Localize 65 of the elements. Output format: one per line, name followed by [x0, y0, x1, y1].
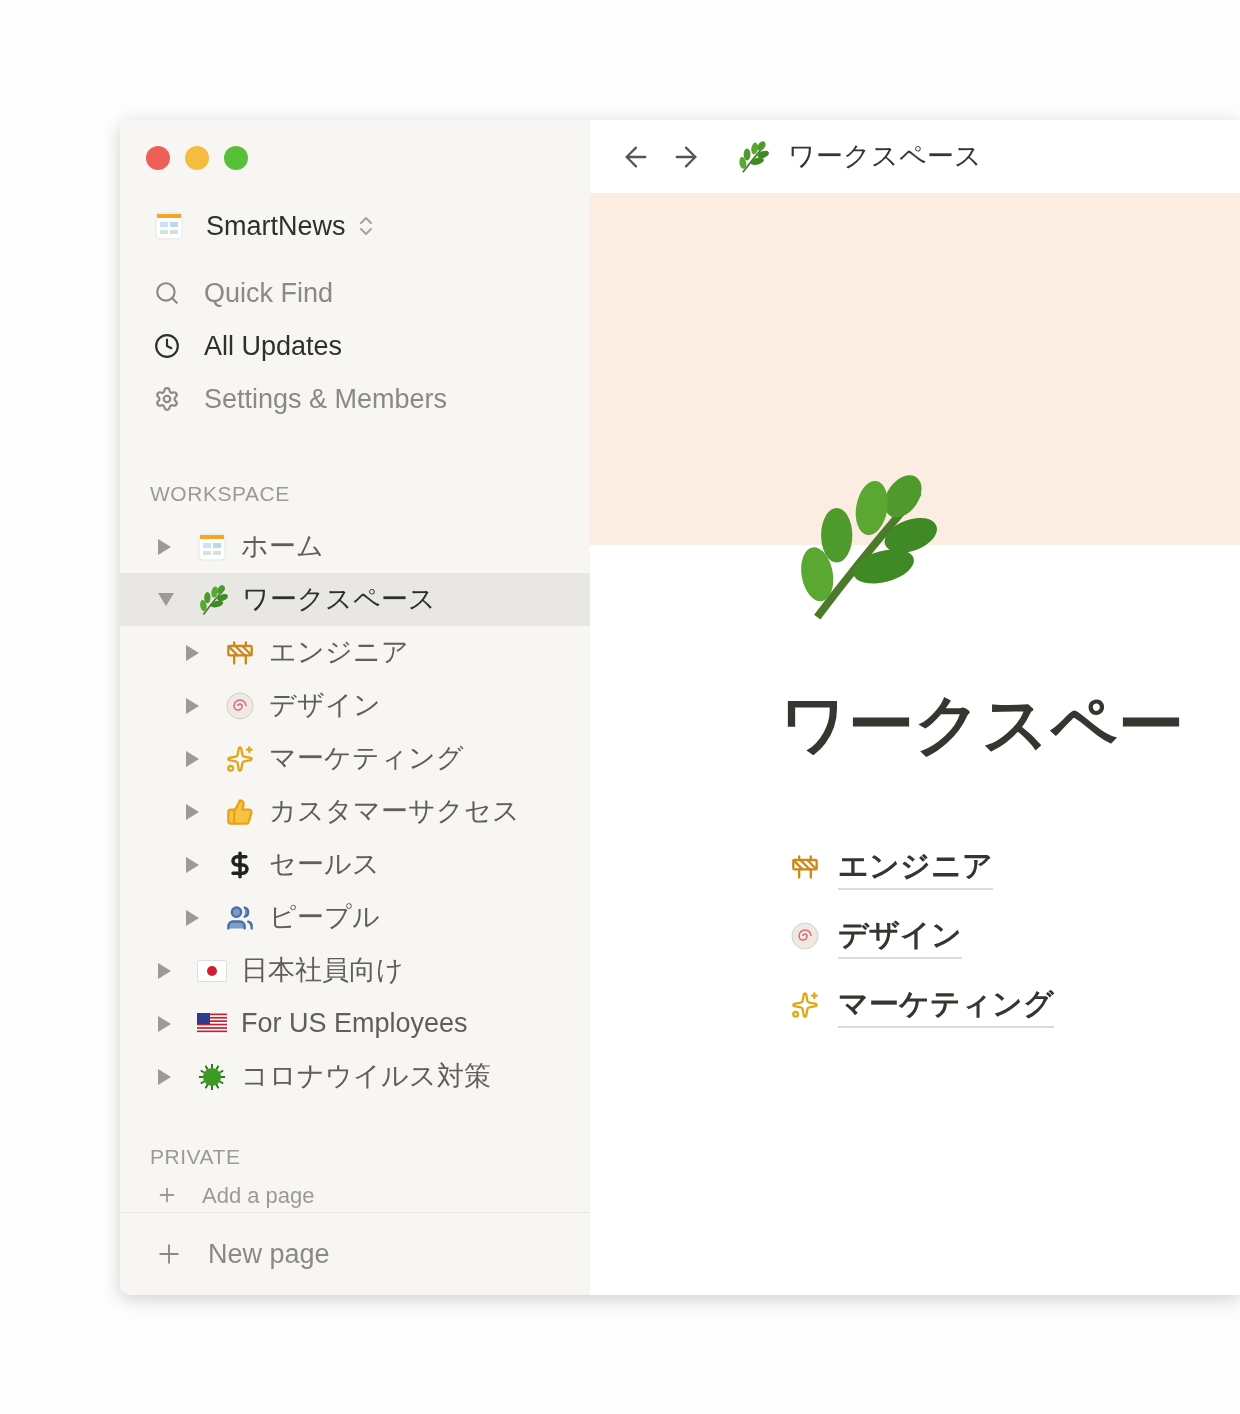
- page-title: マーケティング: [269, 742, 464, 776]
- workspace-switcher[interactable]: SmartNews: [120, 206, 590, 247]
- section-heading: WORKSPACE: [149, 480, 291, 507]
- expand-arrow-icon[interactable]: [158, 538, 171, 555]
- nav-item[interactable]: All Updates: [120, 319, 590, 373]
- page-title: For US Employees: [241, 1007, 468, 1041]
- nav-item[interactable]: Settings & Members: [120, 372, 590, 426]
- page-title: エンジニア: [269, 636, 409, 670]
- leaf-icon: [736, 139, 770, 174]
- clock-icon: [154, 333, 180, 359]
- page-item[interactable]: For US Employees: [120, 997, 590, 1050]
- section-heading: PRIVATE: [149, 1144, 242, 1170]
- swirl-icon: [790, 920, 820, 951]
- flag-icon: [197, 1012, 227, 1035]
- settings-icon: [154, 386, 180, 412]
- workspace-name: SmartNews: [206, 210, 346, 243]
- page-item[interactable]: デザイン: [120, 679, 590, 732]
- page-item[interactable]: ワークスペース: [120, 573, 590, 626]
- expand-arrow-icon[interactable]: [186, 803, 199, 820]
- close-window-button[interactable]: [146, 146, 170, 170]
- nav-item[interactable]: Quick Find: [120, 266, 590, 320]
- page-title: デザイン: [269, 689, 381, 723]
- expand-arrow-icon[interactable]: [186, 856, 199, 873]
- expand-arrow-icon[interactable]: [158, 962, 171, 979]
- zoom-window-button[interactable]: [224, 146, 248, 170]
- workspace-logo-icon: [154, 211, 184, 242]
- page-item[interactable]: コロナウイルス対策: [120, 1050, 590, 1103]
- page-title: セールス: [269, 848, 380, 882]
- breadcrumb[interactable]: ワークスペース: [788, 136, 982, 177]
- page-link[interactable]: デザイン: [838, 912, 962, 959]
- page-item[interactable]: カスタマーサクセス: [120, 785, 590, 838]
- page-link[interactable]: マーケティング: [838, 981, 1054, 1028]
- sparkle-icon: [791, 990, 819, 1019]
- new-page-button[interactable]: New page: [120, 1211, 590, 1295]
- leaf-icon: [197, 583, 229, 616]
- collapse-arrow-icon[interactable]: [158, 593, 174, 606]
- page-link[interactable]: エンジニア: [838, 843, 993, 890]
- page-title: カスタマーサクセス: [269, 795, 520, 829]
- page-title: ワークスペース: [242, 583, 436, 617]
- flag-icon: [197, 959, 227, 982]
- virus-icon: [197, 1061, 227, 1092]
- page-item[interactable]: 日本社員向け: [120, 944, 590, 997]
- newspaper-icon: [197, 531, 227, 562]
- thumbs-up-icon: [226, 797, 254, 826]
- expand-arrow-icon[interactable]: [186, 909, 199, 926]
- sparkle-icon: [226, 744, 254, 773]
- page-title: コロナウイルス対策: [241, 1060, 491, 1094]
- minimize-window-button[interactable]: [185, 146, 209, 170]
- page-item[interactable]: ピープル: [120, 891, 590, 944]
- page-title: ピープル: [269, 901, 380, 935]
- page-item[interactable]: マーケティング: [120, 732, 590, 785]
- page-item[interactable]: セールス: [120, 838, 590, 891]
- page-title: ホーム: [241, 530, 324, 564]
- expand-arrow-icon[interactable]: [186, 697, 199, 714]
- page-title: 日本社員向け: [241, 954, 404, 988]
- swirl-icon: [225, 690, 255, 721]
- page-title: ワークスペー: [780, 687, 1184, 761]
- expand-arrow-icon[interactable]: [158, 1015, 171, 1032]
- expand-arrow-icon[interactable]: [186, 644, 199, 661]
- page-item[interactable]: エンジニア: [120, 626, 590, 679]
- people-icon: [226, 903, 254, 932]
- page-item[interactable]: ホーム: [120, 520, 590, 573]
- search-icon: [154, 280, 180, 306]
- expand-arrow-icon[interactable]: [186, 750, 199, 767]
- expand-arrow-icon[interactable]: [158, 1068, 171, 1085]
